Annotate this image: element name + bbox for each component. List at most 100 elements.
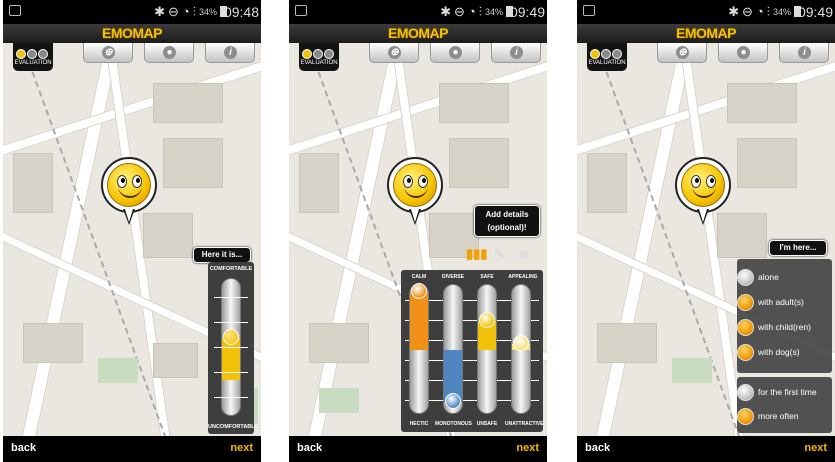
frequency-options: for the first time more often <box>737 377 832 433</box>
info-tab[interactable]: i <box>205 43 255 63</box>
slider-top-label: COMFORTABLE <box>209 266 253 272</box>
info-icon: i <box>798 46 811 59</box>
evaluation-button[interactable]: EVALUATION <box>299 43 339 71</box>
status-icons: ✱⊖◔⫶ <box>154 4 199 19</box>
option-with-dogs[interactable]: with dog(s) <box>737 342 832 364</box>
next-button[interactable]: next <box>230 442 253 454</box>
calm-slider-track[interactable] <box>409 284 429 414</box>
app-header: EMOMAP EVALUATION ⊕ ● i <box>3 24 261 71</box>
person-icon: ● <box>737 46 750 59</box>
profile-tab[interactable]: ● <box>718 43 768 63</box>
info-tab[interactable]: i <box>779 43 829 63</box>
battery-level: 34% <box>484 7 503 17</box>
option-alone-label: alone <box>758 272 779 282</box>
back-button[interactable]: back <box>297 442 322 454</box>
checkbox-with-children[interactable] <box>737 319 754 336</box>
option-more-often[interactable]: more often <box>737 406 832 428</box>
info-tab[interactable]: i <box>491 43 541 63</box>
evaluation-label: EVALUATION <box>300 60 338 66</box>
bottom-nav: back next <box>289 436 547 462</box>
radio-alone[interactable] <box>737 269 754 286</box>
next-button[interactable]: next <box>804 442 827 454</box>
slider-label-diverse: DIVERSE <box>442 274 464 280</box>
radio-first-time[interactable] <box>737 384 754 401</box>
smiley-pin[interactable] <box>101 157 157 227</box>
slider-label-safe: SAFE <box>480 274 494 280</box>
screenshot-icon <box>583 5 595 16</box>
person-icon: ● <box>449 46 462 59</box>
evaluation-label: EVALUATION <box>588 60 626 66</box>
option-more-often-label: more often <box>758 411 799 421</box>
callout-bubble: Add details (optional)! <box>474 205 540 237</box>
option-first-time-label: for the first time <box>758 387 817 397</box>
status-bar: ✱⊖◔⫶ 34% 09:49 <box>289 0 547 24</box>
info-icon: i <box>224 46 237 59</box>
pencil-icon[interactable]: ✎ <box>494 246 505 262</box>
option-with-children[interactable]: with child(ren) <box>737 317 832 339</box>
next-button[interactable]: next <box>516 442 539 454</box>
battery-level: 34% <box>772 7 791 17</box>
smiley-pin[interactable] <box>675 157 731 227</box>
slider-bottom-label: UNCOMFORTABLE <box>208 424 259 430</box>
checkbox-with-adults[interactable] <box>737 294 754 311</box>
slider-label-monotonous: MONOTONOUS <box>435 421 472 427</box>
screen-1: ✱⊖◔⫶ 34% 09:48 EMOMAP EVALUATION ⊕ ● i H… <box>3 0 261 462</box>
bars-icon[interactable]: ▮▮▮ <box>466 246 487 262</box>
globe-tab[interactable]: ⊕ <box>657 43 707 63</box>
globe-tab[interactable]: ⊕ <box>369 43 419 63</box>
option-with-adults[interactable]: with adult(s) <box>737 292 832 314</box>
slider-label-appealing: APPEALING <box>508 274 538 280</box>
option-first-time[interactable]: for the first time <box>737 382 832 404</box>
globe-tab[interactable]: ⊕ <box>83 43 133 63</box>
app-header: EMOMAP EVALUATION ⊕ ● i <box>577 24 835 71</box>
back-button[interactable]: back <box>585 442 610 454</box>
checkbox-with-dogs[interactable] <box>737 344 754 361</box>
app-header: EMOMAP EVALUATION ⊕ ● i <box>289 24 547 71</box>
option-with-children-label: with child(ren) <box>758 322 811 332</box>
company-options: alone with adult(s) with child(ren) with… <box>737 259 832 373</box>
battery-level: 34% <box>198 7 217 17</box>
clock: 09:49 <box>797 4 833 20</box>
info-icon: i <box>510 46 523 59</box>
option-with-adults-label: with adult(s) <box>758 297 804 307</box>
bottom-nav: back next <box>577 436 835 462</box>
person-icon: ● <box>163 46 176 59</box>
status-bar: ✱⊖◔⫶ 34% 09:48 <box>3 0 261 24</box>
evaluation-button[interactable]: EVALUATION <box>587 43 627 71</box>
app-logo: EMOMAP <box>676 25 737 41</box>
profile-tab[interactable]: ● <box>430 43 480 63</box>
back-button[interactable]: back <box>11 442 36 454</box>
radio-more-often[interactable] <box>737 408 754 425</box>
slider-label-calm: CALM <box>411 274 427 280</box>
callout-bubble: I'm here... <box>769 240 827 256</box>
status-icons: ✱⊖◔⫶ <box>728 4 773 19</box>
callout-bubble: Here it is... <box>193 247 251 263</box>
comfort-slider[interactable]: COMFORTABLE UNCOMFORTABLE <box>208 262 259 434</box>
smiley-pin[interactable] <box>387 157 443 227</box>
clock: 09:48 <box>223 4 259 20</box>
app-screens: ✱⊖◔⫶ 34% 09:48 EMOMAP EVALUATION ⊕ ● i H… <box>0 0 835 462</box>
evaluation-label: EVALUATION <box>14 60 52 66</box>
status-bar: ✱⊖◔⫶ 34% 09:49 <box>577 0 835 24</box>
screen-3: ✱⊖◔⫶ 34% 09:49 EMOMAP EVALUATION ⊕ ● i I… <box>577 0 835 462</box>
status-icons: ✱⊖◔⫶ <box>440 4 485 19</box>
screen-2: ✱⊖◔⫶ 34% 09:49 EMOMAP EVALUATION ⊕ ● i A… <box>289 0 547 462</box>
evaluation-button[interactable]: EVALUATION <box>13 43 53 71</box>
detail-sliders: CALM DIVERSE SAFE APPEALING HECTIC MONOT… <box>401 270 544 432</box>
profile-tab[interactable]: ● <box>144 43 194 63</box>
detail-mode-icons: ▮▮▮ ✎ ◙ <box>466 246 546 264</box>
globe-icon: ⊕ <box>102 46 115 59</box>
safe-slider-track[interactable] <box>477 284 497 414</box>
camera-icon[interactable]: ◙ <box>520 246 528 261</box>
bottom-nav: back next <box>3 436 261 462</box>
diverse-slider-knob[interactable] <box>445 393 461 409</box>
slider-label-hectic: HECTIC <box>409 421 429 427</box>
slider-label-unattractive: UNATTRACTIVE <box>505 421 544 427</box>
option-alone[interactable]: alone <box>737 267 832 289</box>
screenshot-icon <box>9 5 21 16</box>
calm-slider-knob[interactable] <box>411 282 427 299</box>
slider-label-unsafe: UNSAFE <box>476 421 498 427</box>
option-with-dogs-label: with dog(s) <box>758 347 800 357</box>
app-logo: EMOMAP <box>102 25 163 41</box>
appealing-slider-knob[interactable] <box>513 334 529 351</box>
